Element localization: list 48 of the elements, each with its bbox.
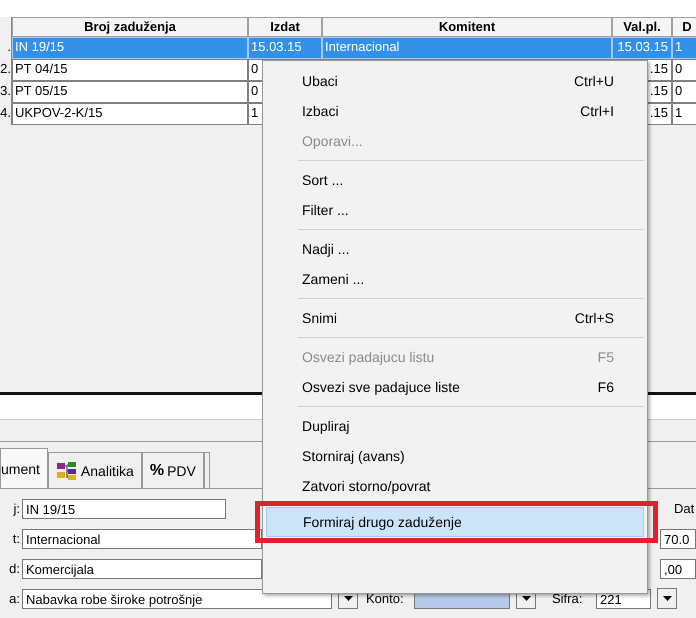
table-cell: 15.03.15 (612, 37, 672, 59)
field-label: Konto: (366, 591, 405, 606)
field-label: Dat (674, 501, 696, 516)
table-cell: UKPOV-2-K/15 (12, 103, 248, 125)
menu-item[interactable]: Dupliraj (266, 411, 644, 441)
menu-item[interactable]: Filter ... (266, 195, 644, 225)
menu-item[interactable]: Osvezi sve padajuce liste F6 (266, 372, 644, 402)
text-field[interactable]: Internacional (22, 528, 262, 548)
tab[interactable]: % PDV (142, 452, 204, 488)
tab[interactable]: ument (0, 448, 48, 488)
column-header[interactable]: Val.pl. (612, 17, 672, 37)
column-header[interactable]: D (672, 17, 696, 37)
dropdown-icon (344, 596, 352, 601)
menu-item[interactable]: Zatvori storno/povrat (266, 471, 644, 501)
tab[interactable]: Analitika (48, 452, 142, 488)
field-label: t: (12, 531, 20, 546)
dropdown-button[interactable] (657, 588, 677, 609)
table-cell: 0 (672, 81, 696, 103)
text-field[interactable]: 70.0 (660, 528, 696, 548)
column-header[interactable]: Izdat (248, 17, 322, 37)
column-header[interactable]: Komitent (322, 17, 612, 37)
percent-icon: % (150, 462, 164, 480)
text-field[interactable]: Komercijala (22, 558, 262, 578)
table-cell: Internacional (322, 37, 612, 59)
table-cell: 15.03.15 (248, 37, 322, 59)
menu-item[interactable]: Formiraj drugo zaduženje (266, 507, 644, 537)
text-field[interactable]: IN 19/15 (22, 498, 226, 518)
table-cell: 1 (672, 37, 696, 59)
field-label: d: (8, 561, 20, 576)
dropdown-icon (522, 596, 530, 601)
menu-item[interactable]: Snimi Ctrl+S (266, 303, 644, 333)
table-cell: IN 19/15 (12, 37, 248, 59)
text-field[interactable]: ,00 (660, 558, 696, 578)
menu-item[interactable]: Nadji ... (266, 234, 644, 264)
menu-item[interactable]: Zameni ... (266, 264, 644, 294)
analytics-icon (56, 460, 78, 480)
menu-item[interactable]: Storniraj (avans) (266, 441, 644, 471)
field-label: a: (8, 591, 20, 606)
field-label: j: (12, 501, 20, 516)
table-cell: 0 (672, 59, 696, 81)
dropdown-icon (662, 596, 672, 601)
table-cell: PT 04/15 (12, 59, 248, 81)
table-cell: PT 05/15 (12, 81, 248, 103)
field-label: Šifra: (552, 591, 584, 606)
column-header[interactable]: Broj zaduženja (12, 17, 248, 37)
table-cell: 1 (672, 103, 696, 125)
text-field[interactable]: Nabavka robe široke potrošnje (22, 588, 332, 608)
menu-item[interactable]: Sort ... (266, 165, 644, 195)
